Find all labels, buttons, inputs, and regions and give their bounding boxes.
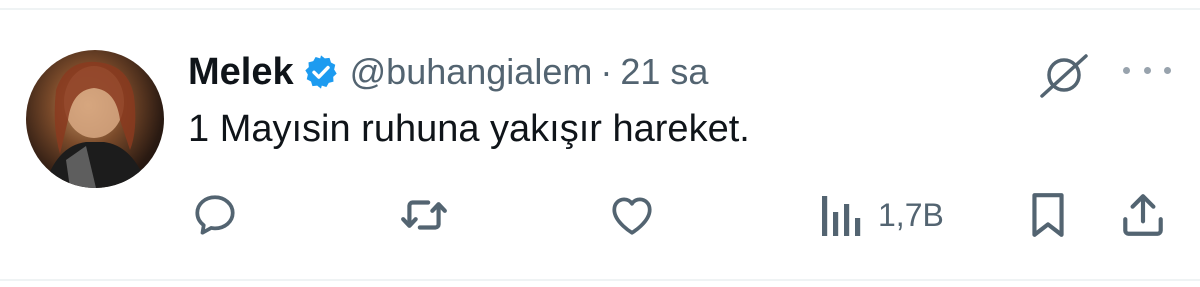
share-icon [1123, 194, 1163, 236]
tweet-text: 1 Mayısin ruhuna yakışır hareket. [188, 108, 750, 150]
tweet-header: Melek @buhangialem · 21 sa [188, 50, 708, 94]
retweet-button[interactable] [398, 190, 450, 240]
more-icon[interactable] [1123, 58, 1171, 82]
top-divider [0, 8, 1200, 10]
separator-dot: · [600, 51, 613, 92]
author-name[interactable]: Melek [188, 51, 294, 94]
verified-badge-icon [302, 53, 340, 91]
retweet-icon [401, 200, 447, 230]
grok-icon[interactable] [1036, 52, 1092, 98]
tweet-timestamp[interactable]: 21 sa [620, 51, 708, 93]
bookmark-button[interactable] [1026, 190, 1070, 240]
avatar[interactable] [26, 50, 164, 188]
like-icon [612, 197, 652, 235]
bottom-divider [0, 279, 1200, 281]
views-icon [822, 196, 861, 236]
more-dot [1164, 66, 1171, 74]
author-handle[interactable]: @buhangialem [350, 51, 593, 93]
more-dot [1123, 66, 1130, 74]
views-button[interactable]: 1,7B [818, 190, 944, 240]
share-button[interactable] [1118, 190, 1168, 240]
views-count: 1,7B [878, 196, 944, 233]
like-button[interactable] [606, 190, 658, 240]
reply-button[interactable] [190, 190, 240, 240]
bookmark-icon [1032, 193, 1064, 237]
more-dot [1143, 66, 1151, 74]
reply-icon [195, 195, 235, 235]
